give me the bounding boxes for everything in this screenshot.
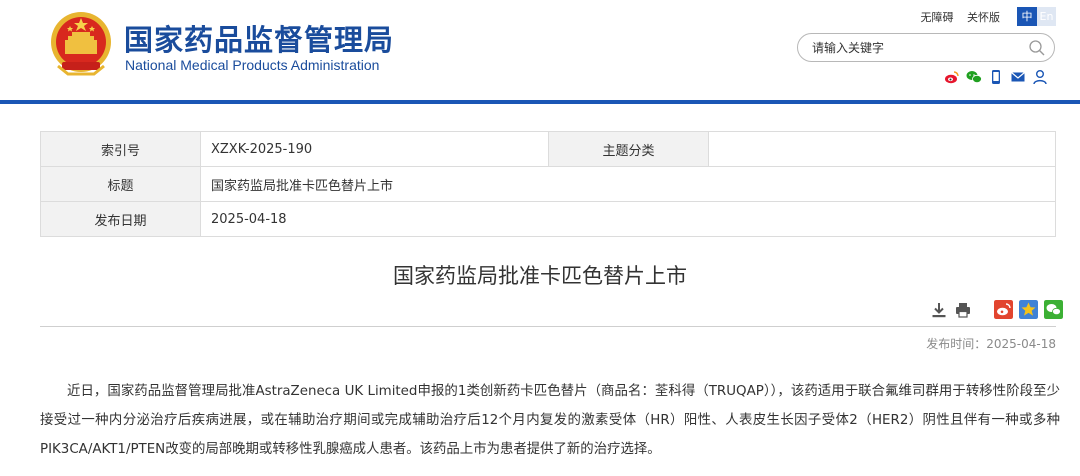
category-value: [708, 131, 1056, 167]
lang-en-button[interactable]: En: [1037, 7, 1056, 26]
star-share-icon[interactable]: [1019, 300, 1038, 319]
table-row: 发布日期 2025-04-18: [40, 201, 1056, 237]
site-header: 国家药品监督管理局 National Medical Products Admi…: [0, 0, 1080, 100]
lang-zh-button[interactable]: 中: [1017, 7, 1037, 26]
article-divider: [40, 326, 1056, 327]
site-title-cn[interactable]: 国家药品监督管理局: [124, 17, 394, 59]
title-value: 国家药监局批准卡匹色替片上市: [200, 166, 1056, 202]
index-label: 索引号: [40, 131, 201, 167]
weibo-icon[interactable]: [944, 69, 960, 85]
search-icon[interactable]: [1028, 39, 1046, 57]
title-label: 标题: [40, 166, 201, 202]
top-links: 无障碍 关怀版: [911, 9, 1001, 25]
info-table: 索引号 XZXK-2025-190 主题分类 标题 国家药监局批准卡匹色替片上市…: [40, 131, 1056, 237]
language-switch: 中 En: [1017, 7, 1056, 26]
index-value: XZXK-2025-190: [200, 131, 549, 167]
mobile-icon[interactable]: [988, 69, 1004, 85]
weibo-share-icon[interactable]: [994, 300, 1013, 319]
article-title: 国家药监局批准卡匹色替片上市: [393, 264, 687, 288]
header-divider-bar: [0, 100, 1080, 104]
wechat-share-icon[interactable]: [1044, 300, 1063, 319]
search-input[interactable]: [812, 39, 1012, 57]
article-body: 近日，国家药品监督管理局批准AstraZeneca UK Limited申报的1…: [40, 384, 1060, 457]
table-row: 索引号 XZXK-2025-190 主题分类: [40, 131, 1056, 167]
publish-time: 发布时间：2025-04-18: [926, 337, 1056, 351]
download-icon[interactable]: [930, 301, 948, 319]
accessibility-link[interactable]: 无障碍: [921, 11, 954, 24]
date-value: 2025-04-18: [200, 201, 1056, 237]
print-icon[interactable]: [954, 301, 972, 319]
date-label: 发布日期: [40, 201, 201, 237]
elder-mode-link[interactable]: 关怀版: [967, 11, 1000, 24]
search-box: [797, 33, 1055, 62]
mail-icon[interactable]: [1010, 69, 1026, 85]
user-icon[interactable]: [1032, 69, 1048, 85]
wechat-icon[interactable]: [966, 69, 982, 85]
site-title-en[interactable]: National Medical Products Administration: [125, 57, 379, 73]
national-emblem-icon[interactable]: [48, 10, 114, 80]
article-tools: [930, 300, 1063, 319]
table-row: 标题 国家药监局批准卡匹色替片上市: [40, 166, 1056, 202]
social-links: [944, 68, 1048, 86]
category-label: 主题分类: [548, 131, 709, 167]
